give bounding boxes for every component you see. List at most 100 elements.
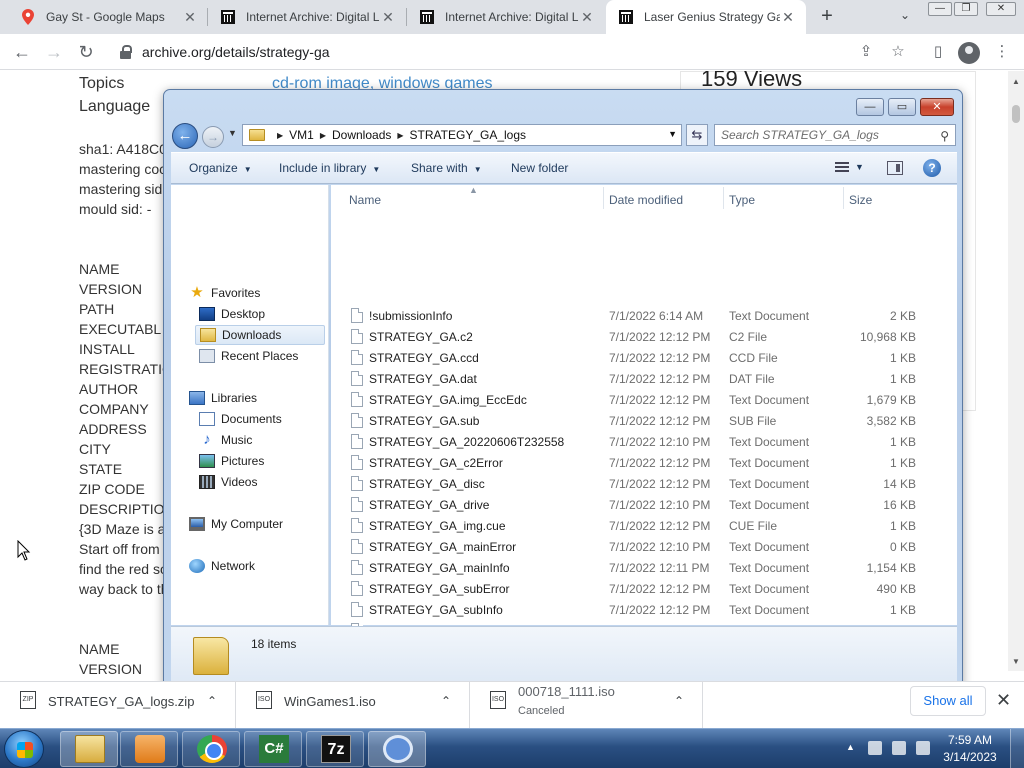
forward-arrow-icon[interactable]: → bbox=[42, 40, 66, 64]
clock-time[interactable]: 7:59 AM bbox=[938, 733, 1002, 747]
file-row[interactable]: STRATEGY_GA_img.cue 7/1/2022 12:12 PM CUE … bbox=[339, 515, 949, 536]
tray-network-icon[interactable] bbox=[868, 741, 882, 755]
breadcrumb-arrow-icon[interactable]: ▶ bbox=[277, 131, 283, 140]
column-header-date[interactable]: Date modified bbox=[609, 193, 683, 207]
view-options-icon[interactable] bbox=[835, 162, 849, 174]
column-divider[interactable] bbox=[603, 187, 604, 209]
start-button[interactable] bbox=[4, 730, 44, 768]
close-icon[interactable]: ✕ bbox=[380, 9, 396, 25]
breadcrumb-vm1[interactable]: VM1 bbox=[289, 128, 314, 142]
nav-downloads[interactable]: Downloads bbox=[195, 325, 325, 345]
file-row[interactable]: STRATEGY_GA_drive 7/1/2022 12:10 PM Text D… bbox=[339, 494, 949, 515]
file-row[interactable]: !submissionInfo 7/1/2022 6:14 AM Text Docu… bbox=[339, 305, 949, 326]
preview-pane-icon[interactable] bbox=[887, 161, 903, 175]
taskbar-media-player[interactable] bbox=[120, 731, 178, 767]
explorer-maximize-button[interactable]: ▭ bbox=[888, 98, 916, 116]
column-divider[interactable] bbox=[723, 187, 724, 209]
file-row[interactable]: STRATEGY_GA_mainInfo 7/1/2022 12:11 PM Tex… bbox=[339, 557, 949, 578]
explorer-close-button[interactable]: ✕ bbox=[920, 98, 954, 116]
column-divider[interactable] bbox=[843, 187, 844, 209]
column-header-type[interactable]: Type bbox=[729, 193, 755, 207]
tab-internet-archive-1[interactable]: Internet Archive: Digital L ✕ bbox=[208, 0, 406, 34]
tab-search-chevron-icon[interactable]: ⌄ bbox=[896, 8, 914, 26]
scroll-up-arrow-icon[interactable]: ▲ bbox=[1012, 77, 1020, 86]
close-window-button[interactable]: ✕ bbox=[986, 2, 1016, 16]
back-arrow-icon[interactable]: ← bbox=[172, 123, 198, 149]
refresh-icon[interactable]: ⇆ bbox=[686, 124, 708, 146]
include-in-library-button[interactable]: Include in library ▼ bbox=[279, 161, 380, 175]
scroll-down-arrow-icon[interactable]: ▼ bbox=[1012, 657, 1020, 666]
file-row[interactable]: STRATEGY_GA_mainError 7/1/2022 12:10 PM Te… bbox=[339, 536, 949, 557]
help-icon[interactable]: ? bbox=[923, 159, 941, 177]
nav-my-computer[interactable]: My Computer bbox=[189, 514, 345, 534]
column-header-name[interactable]: Name bbox=[349, 193, 381, 207]
column-header-size[interactable]: Size bbox=[849, 193, 872, 207]
download-item[interactable]: ISO 000718_1111.iso Canceled ⌃ bbox=[470, 682, 703, 728]
breadcrumb-arrow-icon[interactable]: ▶ bbox=[397, 131, 403, 140]
side-panel-icon[interactable]: ▯ bbox=[928, 42, 948, 62]
file-row[interactable]: STRATEGY_GA_subError 7/1/2022 12:12 PM Tex… bbox=[339, 578, 949, 599]
tray-expand-icon[interactable]: ▲ bbox=[846, 742, 855, 752]
taskbar-chrome[interactable] bbox=[182, 731, 240, 767]
address-bar[interactable]: archive.org/details/strategy-ga bbox=[110, 38, 840, 66]
file-row[interactable]: STRATEGY_GA.ccd 7/1/2022 12:12 PM CCD File… bbox=[339, 347, 949, 368]
scrollbar-thumb[interactable] bbox=[1012, 105, 1020, 123]
clock-date[interactable]: 3/14/2023 bbox=[938, 750, 1002, 764]
show-all-downloads-button[interactable]: Show all bbox=[910, 686, 986, 716]
profile-avatar[interactable] bbox=[958, 42, 980, 64]
share-with-button[interactable]: Share with ▼ bbox=[411, 161, 482, 175]
file-row[interactable]: STRATEGY_GA.sub 7/1/2022 12:12 PM SUB File… bbox=[339, 410, 949, 431]
close-icon[interactable]: ✕ bbox=[780, 9, 796, 25]
show-desktop-button[interactable] bbox=[1010, 729, 1024, 768]
back-arrow-icon[interactable]: ← bbox=[10, 40, 34, 64]
download-item[interactable]: ZIP STRATEGY_GA_logs.zip ⌃ bbox=[0, 682, 236, 728]
bookmark-star-icon[interactable]: ☆ bbox=[888, 42, 908, 62]
download-item[interactable]: ISO WinGames1.iso ⌃ bbox=[236, 682, 470, 728]
breadcrumb-strategy-ga-logs[interactable]: STRATEGY_GA_logs bbox=[410, 128, 526, 142]
file-row[interactable]: STRATEGY_GA_c2Error 7/1/2022 12:12 PM Text… bbox=[339, 452, 949, 473]
tray-volume-icon[interactable] bbox=[916, 741, 930, 755]
file-row[interactable]: STRATEGY_GA.c2 7/1/2022 12:12 PM C2 File 10… bbox=[339, 326, 949, 347]
taskbar-explorer[interactable] bbox=[60, 731, 118, 767]
share-icon[interactable]: ⇪ bbox=[856, 42, 876, 62]
file-row[interactable]: STRATEGY_GA_disc 7/1/2022 12:12 PM Text Do… bbox=[339, 473, 949, 494]
view-chevron-down-icon[interactable]: ▼ bbox=[855, 162, 864, 172]
new-folder-button[interactable]: New folder bbox=[511, 161, 568, 175]
taskbar-csharp[interactable]: C# bbox=[244, 731, 302, 767]
nav-libraries[interactable]: Libraries bbox=[189, 388, 345, 408]
reload-icon[interactable]: ↻ bbox=[74, 40, 98, 64]
search-icon[interactable]: ⚲ bbox=[940, 126, 949, 146]
tab-google-maps[interactable]: Gay St - Google Maps ✕ bbox=[8, 0, 208, 34]
tray-flag-icon[interactable] bbox=[892, 741, 906, 755]
breadcrumb-downloads[interactable]: Downloads bbox=[332, 128, 391, 142]
nav-favorites[interactable]: ★ Favorites bbox=[189, 283, 345, 303]
page-scrollbar[interactable]: ▲ ▼ bbox=[1008, 71, 1024, 671]
file-row[interactable]: STRATEGY_GA_20220606T232558 7/1/2022 12:1… bbox=[339, 431, 949, 452]
history-dropdown-icon[interactable]: ▼ bbox=[228, 128, 237, 138]
organize-button[interactable]: Organize ▼ bbox=[189, 161, 252, 175]
tab-internet-archive-2[interactable]: Internet Archive: Digital L ✕ bbox=[407, 0, 605, 34]
new-tab-button[interactable]: + bbox=[816, 6, 838, 28]
more-menu-icon[interactable]: ⋮ bbox=[992, 42, 1012, 62]
restore-window-button[interactable]: ❐ bbox=[954, 2, 978, 16]
chevron-up-icon[interactable]: ⌃ bbox=[674, 694, 684, 708]
forward-arrow-icon[interactable]: → bbox=[202, 126, 224, 148]
address-dropdown-icon[interactable]: ▼ bbox=[668, 129, 677, 139]
close-icon[interactable]: ✕ bbox=[996, 690, 1011, 711]
breadcrumb-arrow-icon[interactable]: ▶ bbox=[320, 131, 326, 140]
taskbar-7zip[interactable]: 7z bbox=[306, 731, 364, 767]
file-row[interactable]: STRATEGY_GA.img_EccEdc 7/1/2022 12:12 PM T… bbox=[339, 389, 949, 410]
file-row[interactable]: STRATEGY_GA_subInfo 7/1/2022 12:12 PM Text… bbox=[339, 599, 949, 620]
explorer-minimize-button[interactable]: — bbox=[856, 98, 884, 116]
tab-laser-genius-active[interactable]: Laser Genius Strategy Ga ✕ bbox=[606, 0, 806, 34]
nav-network[interactable]: Network bbox=[189, 556, 345, 576]
minimize-window-button[interactable]: — bbox=[928, 2, 952, 16]
explorer-address-bar[interactable]: ▶ VM1 ▶ Downloads ▶ STRATEGY_GA_logs ▼ bbox=[242, 124, 682, 146]
taskbar-chrome-2[interactable] bbox=[368, 731, 426, 767]
close-icon[interactable]: ✕ bbox=[182, 9, 198, 25]
file-row[interactable]: STRATEGY_GA.dat 7/1/2022 12:12 PM DAT File… bbox=[339, 368, 949, 389]
chevron-up-icon[interactable]: ⌃ bbox=[441, 694, 451, 708]
close-icon[interactable]: ✕ bbox=[579, 9, 595, 25]
explorer-search-input[interactable]: Search STRATEGY_GA_logs ⚲ bbox=[714, 124, 956, 146]
chevron-up-icon[interactable]: ⌃ bbox=[207, 694, 217, 708]
